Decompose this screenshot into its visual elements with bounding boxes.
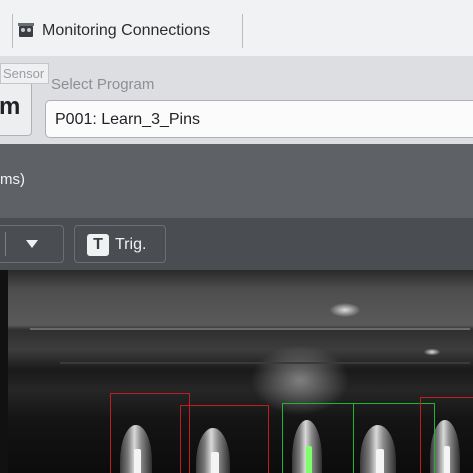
image-feature xyxy=(30,328,470,330)
toolbar-divider xyxy=(242,14,243,48)
detection-region[interactable] xyxy=(180,405,269,473)
mode-button[interactable]: m xyxy=(0,80,32,136)
image-edge xyxy=(0,270,8,473)
trigger-button[interactable]: T Trig. xyxy=(74,225,166,263)
program-select-value: P001: Learn_3_Pins xyxy=(55,111,200,128)
view-dropdown-button[interactable] xyxy=(0,225,64,263)
detection-region[interactable] xyxy=(110,393,190,473)
trigger-icon: T xyxy=(87,234,109,256)
tab-label: Monitoring Connections xyxy=(42,22,211,39)
image-feature xyxy=(60,362,470,364)
toolbar-divider xyxy=(12,14,13,48)
mode-button-label: m xyxy=(0,93,21,120)
detection-region[interactable] xyxy=(282,403,354,473)
monitoring-connections-tab[interactable]: Monitoring Connections xyxy=(18,18,210,44)
select-program-label: Select Program xyxy=(51,76,155,93)
program-select[interactable]: P001: Learn_3_Pins xyxy=(45,100,473,138)
triangle-down-icon xyxy=(26,240,38,248)
trigger-label: Trig. xyxy=(115,236,147,253)
sensor-tag: Sensor xyxy=(0,63,50,84)
info-panel: ms) xyxy=(0,144,473,218)
top-toolbar: Monitoring Connections xyxy=(0,0,473,57)
dropdown-divider xyxy=(5,232,6,256)
detection-region[interactable] xyxy=(420,397,473,473)
image-toolbar xyxy=(0,218,473,270)
info-text: ms) xyxy=(0,171,25,188)
camera-clapper-icon xyxy=(18,23,36,39)
camera-image[interactable] xyxy=(0,270,473,473)
